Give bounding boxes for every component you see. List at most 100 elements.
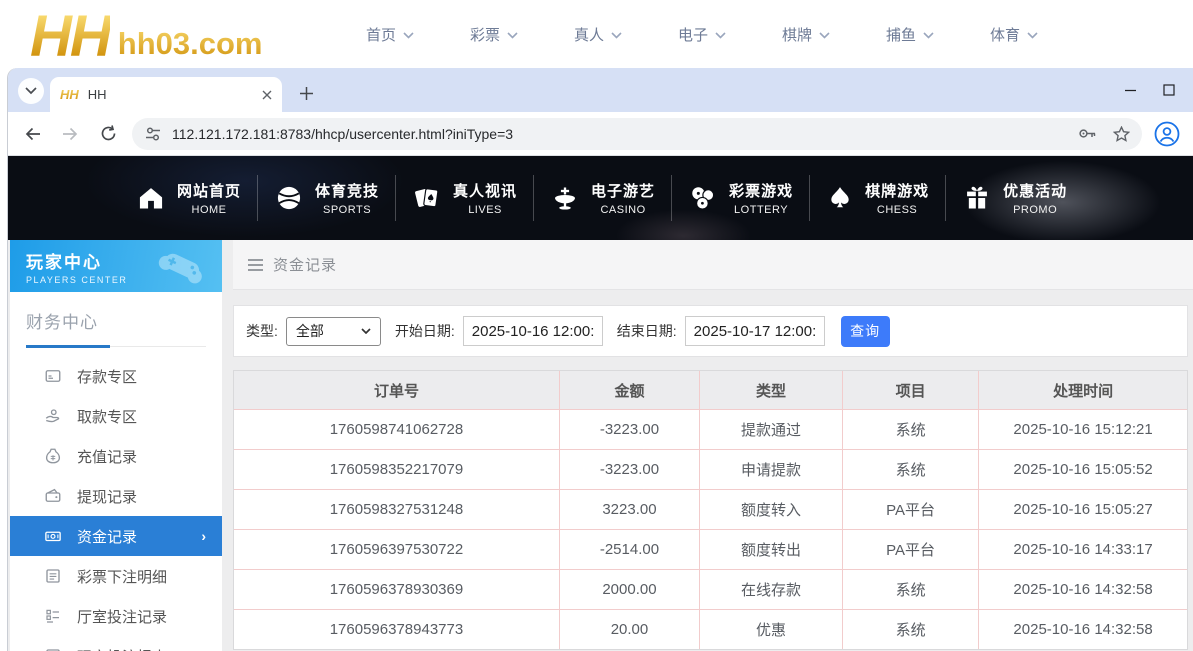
- sidebar-item-withdrawal-record[interactable]: 提现记录: [10, 476, 222, 516]
- cell-order-no: 1760596378930369: [234, 570, 560, 609]
- site-nav-live[interactable]: 真人: [574, 24, 678, 45]
- sidebar-item-lottery-bets[interactable]: 彩票下注明细: [10, 556, 222, 596]
- forward-icon[interactable]: [56, 120, 84, 148]
- minimize-icon[interactable]: [1124, 84, 1137, 97]
- site-nav-home[interactable]: 首页: [366, 24, 470, 45]
- sidebar-item-hall-bet-record[interactable]: 厅室投注记录: [10, 596, 222, 636]
- column-header-amount: 金额: [560, 371, 700, 409]
- cell-project: 系统: [843, 410, 979, 449]
- site-nav-label: 彩票: [470, 24, 500, 45]
- casino-nav-label-en: PROMO: [1013, 204, 1057, 216]
- type-select[interactable]: 全部: [286, 317, 381, 346]
- casino-nav-home[interactable]: 网站首页HOME: [120, 156, 258, 240]
- type-filter-label: 类型:: [246, 321, 278, 341]
- casino-nav-live[interactable]: 真人视讯LIVES: [396, 156, 534, 240]
- sidebar-item-label: 充值记录: [77, 446, 137, 467]
- sidebar-item-label: 彩票下注明细: [77, 566, 167, 587]
- chevron-down-icon: [923, 32, 934, 39]
- cell-time: 2025-10-16 14:32:58: [979, 610, 1187, 649]
- sidebar-item-recharge-record[interactable]: 充值记录: [10, 436, 222, 476]
- back-icon[interactable]: [18, 120, 46, 148]
- table-row: 1760596397530722 -2514.00 额度转出 PA平台 2025…: [234, 529, 1187, 569]
- casino-nav-chess[interactable]: 棋牌游戏 CHESS: [810, 156, 946, 240]
- cell-time: 2025-10-16 15:12:21: [979, 410, 1187, 449]
- cell-type: 申请提款: [700, 450, 843, 489]
- tab-close-icon[interactable]: [262, 90, 272, 100]
- casino-nav-label-en: CHESS: [877, 204, 917, 216]
- table-row: 1760598741062728 -3223.00 提款通过 系统 2025-1…: [234, 409, 1187, 449]
- wallet-icon: [44, 487, 62, 505]
- list-icon: [44, 567, 62, 585]
- chevron-down-icon: [1027, 32, 1038, 39]
- sidebar-item-label: 资金记录: [77, 526, 137, 547]
- casino-nav-label-zh: 棋牌游戏: [865, 180, 929, 201]
- content-area: 玩家中心 PLAYERS CENTER 财务中心 存款专区 取款专区: [8, 240, 1193, 651]
- site-logo[interactable]: HH hh03.com: [30, 0, 263, 68]
- bookmark-star-icon[interactable]: [1113, 126, 1130, 142]
- password-key-icon[interactable]: [1078, 126, 1097, 142]
- banknote-icon: [44, 527, 62, 545]
- hamburger-icon[interactable]: [247, 258, 264, 272]
- chevron-right-icon: ›: [201, 528, 206, 544]
- cell-amount: -3223.00: [560, 450, 700, 489]
- site-nav-label: 体育: [990, 24, 1020, 45]
- cell-type: 优惠: [700, 610, 843, 649]
- cell-type: 额度转入: [700, 490, 843, 529]
- site-nav-fishing[interactable]: 捕鱼: [886, 24, 990, 45]
- casino-nav-label-en: LIVES: [468, 204, 502, 216]
- reload-icon[interactable]: [94, 120, 122, 148]
- start-date-input[interactable]: [463, 316, 603, 346]
- end-date-input[interactable]: [685, 316, 825, 346]
- browser-tabstrip: HH HH: [8, 68, 1193, 112]
- sidebar-item-funds-record[interactable]: 资金记录 ›: [10, 516, 222, 556]
- casino-nav-lottery[interactable]: 彩票游戏LOTTERY: [672, 156, 810, 240]
- cell-amount: 2000.00: [560, 570, 700, 609]
- casino-nav-label-en: SPORTS: [323, 204, 371, 216]
- maximize-icon[interactable]: [1163, 84, 1175, 96]
- sidebar-item-label: 厅室投注记录: [77, 606, 167, 627]
- cell-project: 系统: [843, 450, 979, 489]
- logo-domain: hh03.com: [118, 20, 263, 68]
- funds-table: 订单号 金额 类型 项目 处理时间 1760598741062728 -3223…: [233, 370, 1188, 650]
- site-nav-chess[interactable]: 棋牌: [782, 24, 886, 45]
- site-nav-lottery[interactable]: 彩票: [470, 24, 574, 45]
- sidebar-item-deposit[interactable]: 存款专区: [10, 356, 222, 396]
- cell-amount: 3223.00: [560, 490, 700, 529]
- table-header-row: 订单号 金额 类型 项目 处理时间: [234, 371, 1187, 409]
- tab-search-button[interactable]: [18, 78, 44, 104]
- cell-time: 2025-10-16 14:33:17: [979, 530, 1187, 569]
- casino-nav-label-zh: 优惠活动: [1003, 180, 1067, 201]
- sidebar-section-underline: [26, 345, 206, 348]
- cell-order-no: 1760596378943773: [234, 610, 560, 649]
- filter-bar: 类型: 全部 开始日期: 结束日期: 查询: [233, 305, 1188, 357]
- sidebar-item-withdraw[interactable]: 取款专区: [10, 396, 222, 436]
- url-bar[interactable]: 112.121.172.181:8783/hhcp/usercenter.htm…: [132, 118, 1142, 150]
- table-row: 1760598352217079 -3223.00 申请提款 系统 2025-1…: [234, 449, 1187, 489]
- column-header-order-no: 订单号: [234, 371, 560, 409]
- profile-avatar-icon[interactable]: [1154, 121, 1180, 147]
- casino-nav-sports[interactable]: 体育竞技SPORTS: [258, 156, 396, 240]
- omnibox-actions: [1078, 126, 1130, 142]
- cell-amount: -2514.00: [560, 530, 700, 569]
- new-tab-button[interactable]: [294, 81, 318, 105]
- breadcrumb-title: 资金记录: [273, 254, 337, 275]
- site-info-icon[interactable]: [144, 126, 162, 142]
- cell-project: 系统: [843, 610, 979, 649]
- cell-order-no: 1760598741062728: [234, 410, 560, 449]
- sidebar-section: 财务中心: [10, 292, 222, 348]
- site-nav-slots[interactable]: 电子: [678, 24, 782, 45]
- casino-nav-casino[interactable]: 电子游艺CASINO: [534, 156, 672, 240]
- end-date-label: 结束日期:: [617, 321, 677, 341]
- sidebar-item-player-report[interactable]: 玩家投注报表: [10, 636, 222, 651]
- casino-nav-label-en: HOME: [192, 204, 227, 216]
- site-nav-label: 捕鱼: [886, 24, 916, 45]
- cell-type: 提款通过: [700, 410, 843, 449]
- browser-tab[interactable]: HH HH: [50, 77, 282, 112]
- casino-nav-promo[interactable]: 优惠活动 PROMO: [946, 156, 1084, 240]
- search-button[interactable]: 查询: [841, 316, 890, 347]
- cell-type: 在线存款: [700, 570, 843, 609]
- cell-project: 系统: [843, 570, 979, 609]
- chevron-down-icon: [611, 32, 622, 39]
- site-nav-sports[interactable]: 体育: [990, 24, 1094, 45]
- chevron-down-icon: [25, 87, 37, 95]
